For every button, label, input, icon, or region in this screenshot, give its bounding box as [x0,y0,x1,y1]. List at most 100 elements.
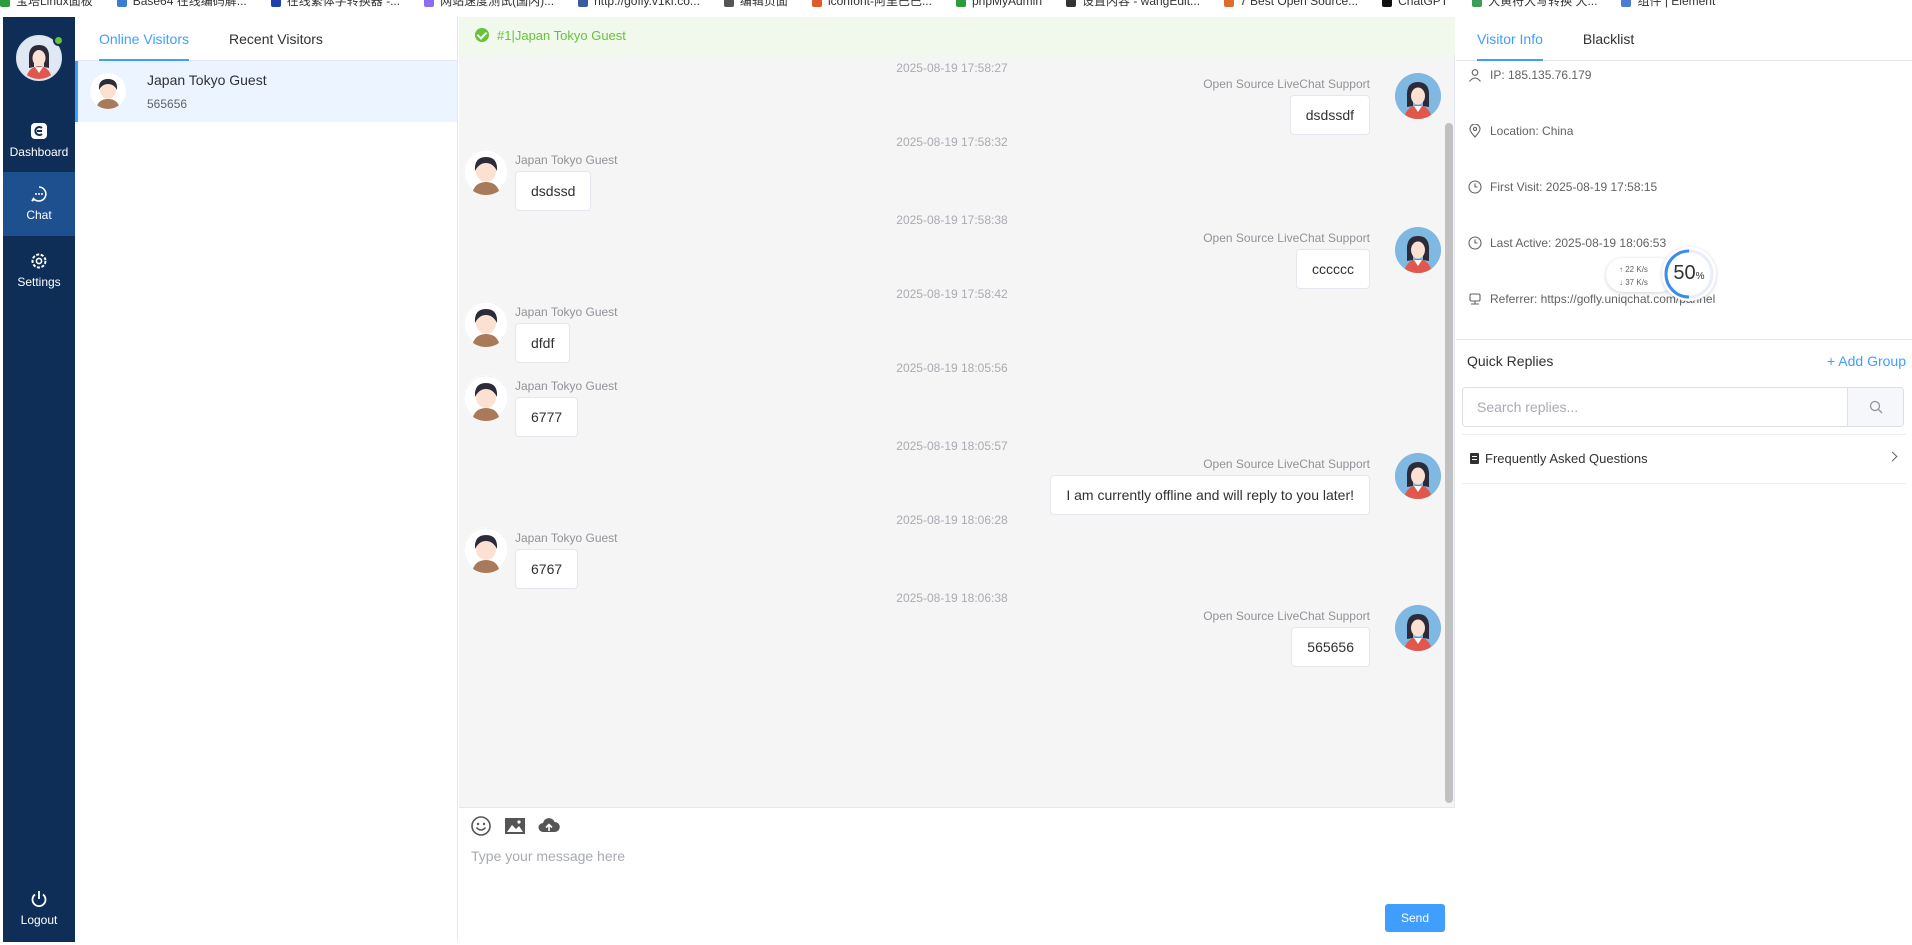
message-timestamp: 2025-08-19 17:58:38 [896,213,1008,227]
bookmark-label: 7 Best Open Source... [1240,0,1359,8]
bookmark-label: 网站速度测试(国内)... [440,0,555,8]
agent-avatar [1395,73,1441,119]
agent-avatar [1395,605,1441,651]
info-first-visit: First Visit: 2025-08-19 17:58:15 [1468,180,1657,194]
user-icon [1469,69,1481,82]
nav-chat[interactable]: Chat [3,172,75,236]
visitor-list-item[interactable]: Japan Tokyo Guest 565656 [75,61,457,122]
bookmark-label: Base64 在线编码解... [132,0,247,8]
message-bubble[interactable]: 6777 [515,397,579,437]
bookmark-favicon-icon [1472,0,1483,7]
check-circle-icon [475,28,489,42]
upload-speed-value: 22 [1625,265,1635,274]
bookmarks-bar: 宝塔Linux面板 Base64 在线编码解... 在线繁体字转换器 -... 网站速… [0,0,1912,14]
network-speed-widget[interactable]: ↑ 22 K/s ↓ 37 K/s 50% [1606,247,1718,301]
message-sender: Open Source LiveChat Support [1203,609,1370,623]
bookmark-label: 设置内容 - wangEdit... [1082,0,1201,8]
message-scrollbar[interactable] [1445,123,1453,803]
bookmark-item[interactable]: 在线繁体字转换器 -... [270,0,401,9]
bookmark-favicon-icon [1621,0,1632,7]
message-bubble[interactable]: dfdf [515,323,571,363]
bookmark-item[interactable]: iconfont-阿里巴巴... [811,0,932,9]
bookmark-favicon-icon [811,0,822,7]
bookmark-item[interactable]: Base64 在线编码解... [116,0,247,9]
chat-panel: 2025-08-19 17:58:27 Open Source LiveChat … [459,17,1455,942]
message-timestamp: 2025-08-19 18:05:56 [896,361,1008,375]
quick-reply-group[interactable]: Frequently Asked Questions [1462,434,1906,484]
bookmark-label: 大黄符大写转换 大... [1488,0,1598,8]
clock-icon [1468,236,1482,250]
bookmark-item[interactable]: 组件 | Element [1621,0,1715,9]
bookmark-label: iconfont-阿里巴巴... [827,0,932,8]
chat-icon [31,186,47,202]
tab-recent-visitors[interactable]: Recent Visitors [229,17,323,60]
bookmark-item[interactable]: 7 Best Open Source... [1224,0,1358,8]
message-bubble[interactable]: dsdssdf [1289,95,1370,135]
bookmark-favicon-icon [723,0,734,7]
bookmark-favicon-icon [116,0,127,7]
tab-online-visitors[interactable]: Online Visitors [99,17,190,61]
message-timestamp: 2025-08-19 17:58:42 [896,287,1008,301]
chat-title: #1|Japan Tokyo Guest [497,28,626,43]
message-bubble[interactable]: I am currently offline and will reply to… [1050,475,1370,515]
bookmark-item[interactable]: 编辑页面 [723,0,788,9]
bookmark-label: 宝塔Linux面板 [16,0,93,8]
bookmark-favicon-icon [1382,0,1393,7]
divider [1456,339,1912,340]
bookmark-favicon-icon [955,0,966,7]
composer-toolbar [459,814,561,838]
emoji-icon[interactable] [469,814,493,838]
visitor-avatar [463,149,509,195]
bookmark-item[interactable]: ChatGPT [1382,0,1448,8]
message-timestamp: 2025-08-19 18:06:38 [896,591,1008,605]
message-bubble[interactable]: 6767 [515,549,579,589]
bookmark-item[interactable]: 设置内容 - wangEdit... [1066,0,1200,9]
message-timestamp: 2025-08-19 17:58:32 [896,135,1008,149]
upload-cloud-icon[interactable] [537,814,561,838]
add-group-link[interactable]: + Add Group [1827,353,1906,369]
memory-usage-percent: 50 [1673,262,1696,284]
quick-replies-title: Quick Replies [1467,353,1554,369]
bookmark-label: 在线繁体字转换器 -... [286,0,401,8]
send-button[interactable]: Send [1385,904,1445,932]
tab-visitor-info[interactable]: Visitor Info [1477,17,1543,61]
visitor-list-panel: Online Visitors Recent Visitors Japan To… [75,17,458,942]
bookmark-item[interactable]: http://gofly.v1kf.co... [578,0,700,8]
nav-settings[interactable]: Settings [3,239,75,303]
bookmark-favicon-icon [270,0,281,7]
bookmark-item[interactable]: phpMyAdmin [955,0,1042,8]
agent-avatar[interactable] [16,35,64,81]
message-bubble[interactable]: dsdssd [515,171,592,211]
visitor-avatar [463,527,509,573]
tab-blacklist[interactable]: Blacklist [1583,17,1634,60]
message-composer: Send [459,807,1455,942]
power-icon [31,891,47,908]
search-button[interactable] [1847,388,1903,426]
message-bubble[interactable]: 565656 [1291,627,1370,667]
info-tabs: Visitor Info Blacklist [1456,17,1912,61]
link-icon [1469,293,1481,305]
nav-logout[interactable]: Logout [3,877,75,941]
image-icon[interactable] [503,814,527,838]
upload-speed-unit: K/s [1636,265,1648,274]
quick-reply-group-label: Frequently Asked Questions [1485,451,1648,466]
visitor-avatar [463,301,509,347]
bookmark-item[interactable]: 宝塔Linux面板 [0,0,93,9]
info-location-text: Location: China [1490,124,1574,138]
message-sender: Open Source LiveChat Support [1203,231,1370,245]
bookmark-favicon-icon [578,0,589,7]
visitor-tabs: Online Visitors Recent Visitors [75,17,457,61]
agent-avatar [1395,227,1441,273]
message-timestamp: 2025-08-19 18:06:28 [896,513,1008,527]
nav-dashboard[interactable]: Dashboard [3,109,75,173]
visitor-name: Japan Tokyo Guest [147,72,267,88]
quick-replies-search [1462,387,1904,427]
bookmark-label: 编辑页面 [739,0,788,8]
message-list[interactable]: 2025-08-19 17:58:27 Open Source LiveChat … [459,17,1455,807]
bookmark-item[interactable]: 大黄符大写转换 大... [1472,0,1597,9]
bookmark-item[interactable]: 网站速度测试(国内)... [424,0,554,9]
visitor-avatar-icon [96,79,120,109]
message-bubble[interactable]: cccccc [1296,249,1370,289]
message-input[interactable] [471,848,1431,908]
quick-replies-search-input[interactable] [1463,388,1847,426]
